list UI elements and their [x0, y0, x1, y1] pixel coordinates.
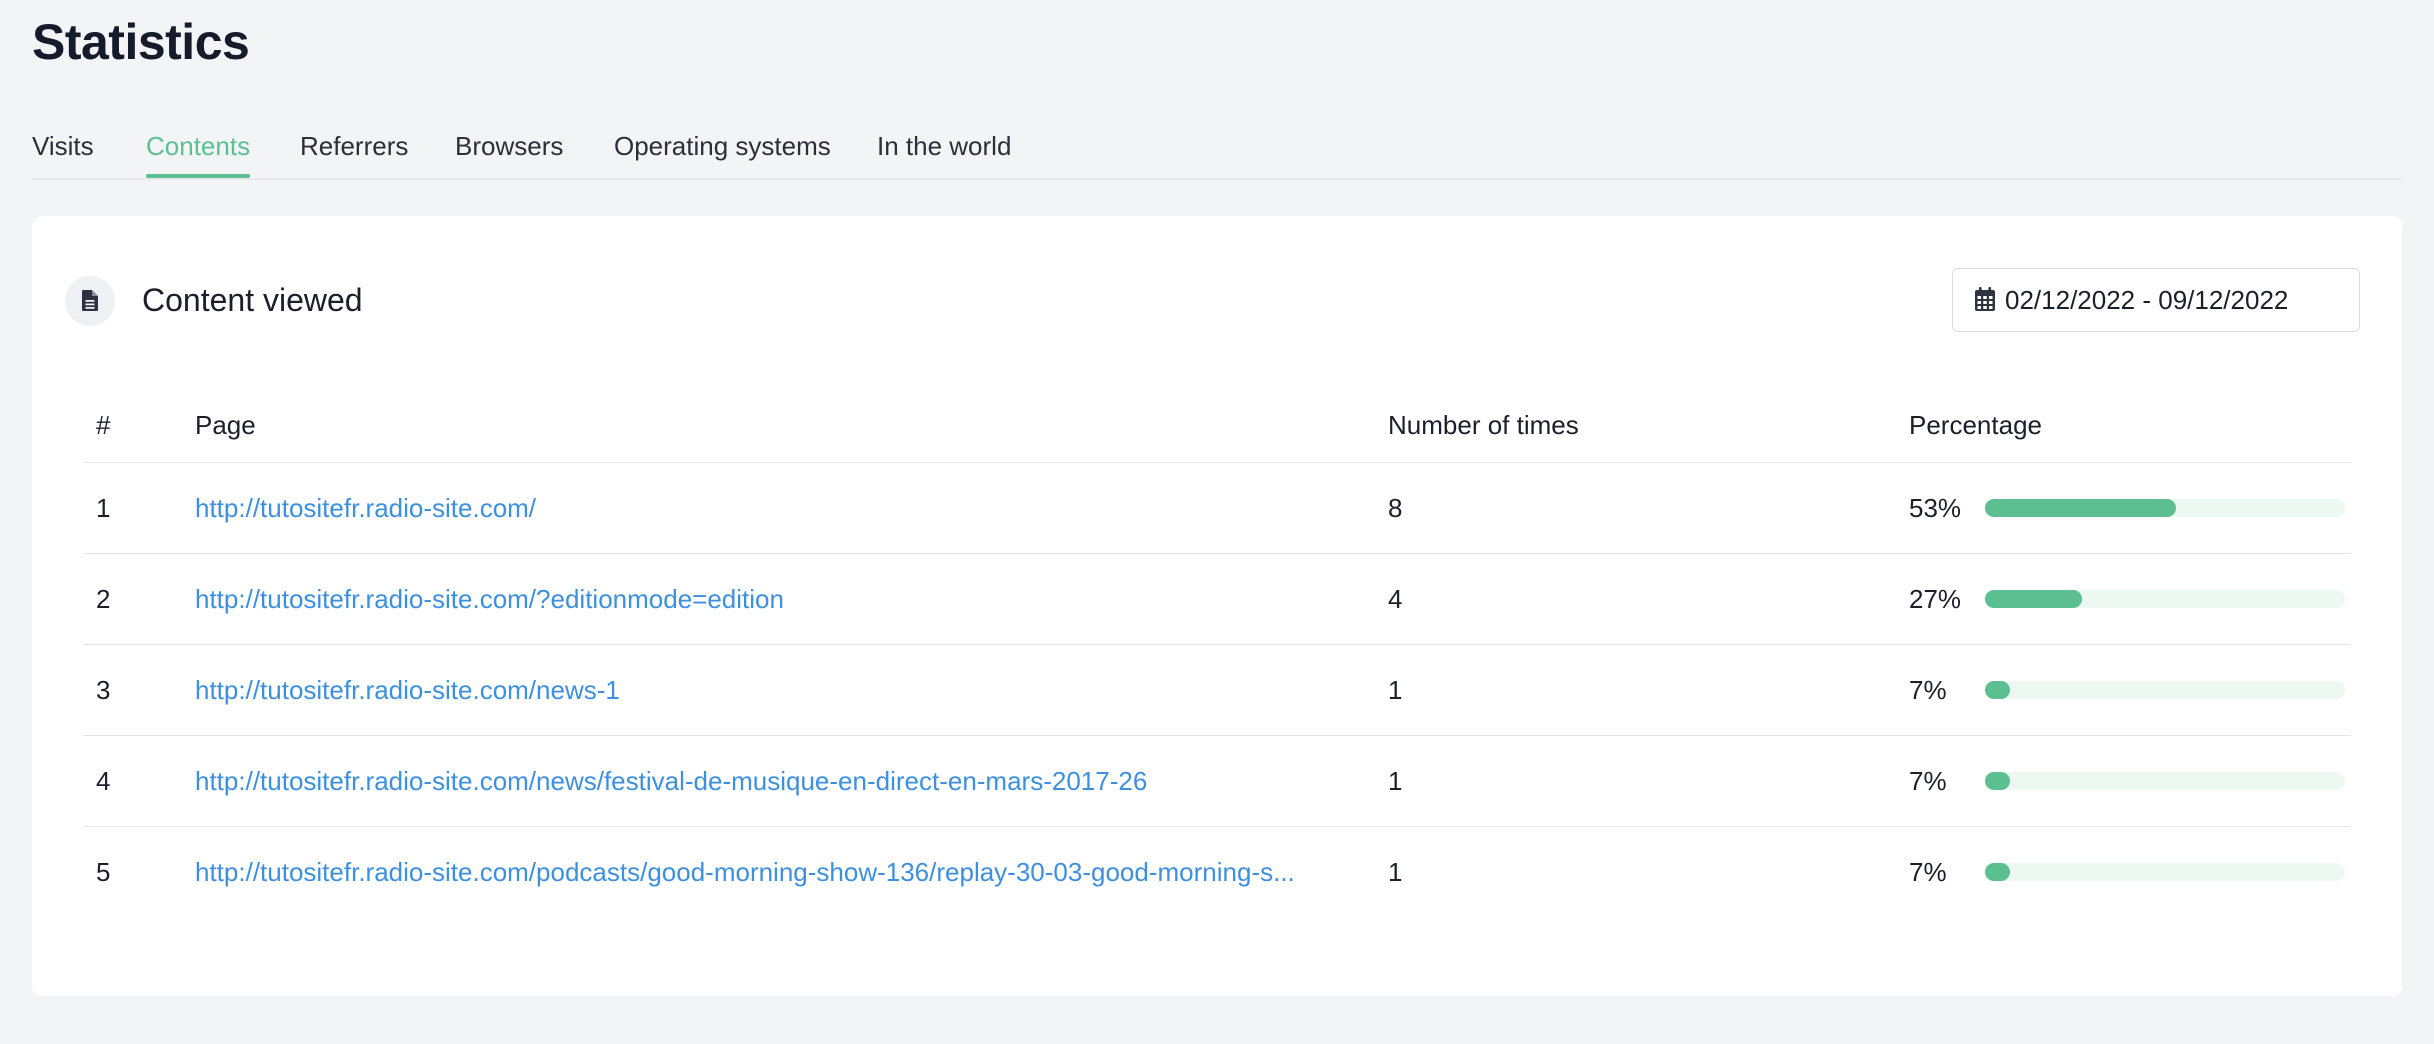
table-row: 3 http://tutositefr.radio-site.com/news-…	[83, 645, 2351, 736]
active-tab-indicator	[146, 174, 250, 178]
content-table: # Page Number of times Percentage 1 http…	[83, 376, 2351, 917]
row-rank: 5	[96, 857, 111, 887]
percentage-bar-fill	[1985, 681, 2011, 699]
header-number-of-times: Number of times	[1388, 410, 1579, 440]
row-count: 4	[1388, 584, 1403, 614]
table-row: 2 http://tutositefr.radio-site.com/?edit…	[83, 554, 2351, 645]
percentage-bar-fill	[1985, 499, 2176, 517]
row-count: 1	[1388, 857, 1403, 887]
header-rank: #	[96, 410, 111, 440]
date-range-picker[interactable]: 02/12/2022 - 09/12/2022	[1952, 268, 2360, 332]
table-row: 5 http://tutositefr.radio-site.com/podca…	[83, 827, 2351, 917]
percentage-bar	[1985, 863, 2345, 881]
percentage-bar	[1985, 499, 2345, 517]
tab-visits[interactable]: Visits	[32, 130, 94, 162]
row-count: 1	[1388, 766, 1403, 796]
row-rank: 1	[96, 493, 111, 523]
percentage-bar-fill	[1985, 590, 2083, 608]
row-percentage: 7%	[1909, 857, 1947, 887]
document-icon	[65, 276, 115, 326]
table-row: 1 http://tutositefr.radio-site.com/ 8 53…	[83, 463, 2351, 554]
percentage-bar-fill	[1985, 772, 2011, 790]
percentage-bar	[1985, 772, 2345, 790]
calendar-icon	[1975, 287, 1995, 311]
header-page: Page	[195, 410, 256, 440]
row-percentage: 7%	[1909, 766, 1947, 796]
table-row: 4 http://tutositefr.radio-site.com/news/…	[83, 736, 2351, 827]
page-link[interactable]: http://tutositefr.radio-site.com/news/fe…	[195, 766, 1147, 796]
tab-browsers[interactable]: Browsers	[455, 130, 563, 162]
row-count: 8	[1388, 493, 1403, 523]
page-link[interactable]: http://tutositefr.radio-site.com/	[195, 493, 536, 523]
tab-operating-systems[interactable]: Operating systems	[614, 130, 831, 162]
tab-contents[interactable]: Contents	[146, 130, 250, 162]
tab-referrers[interactable]: Referrers	[300, 130, 408, 162]
card-title: Content viewed	[142, 282, 363, 318]
page-link[interactable]: http://tutositefr.radio-site.com/podcast…	[195, 857, 1295, 887]
row-rank: 3	[96, 675, 111, 705]
page-title: Statistics	[32, 14, 250, 70]
percentage-bar	[1985, 590, 2345, 608]
tab-in-the-world[interactable]: In the world	[877, 130, 1011, 162]
row-count: 1	[1388, 675, 1403, 705]
table-header: # Page Number of times Percentage	[83, 376, 2351, 463]
row-percentage: 53%	[1909, 493, 1962, 523]
row-rank: 2	[96, 584, 111, 614]
date-range-value: 02/12/2022 - 09/12/2022	[2005, 285, 2289, 315]
page-link[interactable]: http://tutositefr.radio-site.com/news-1	[195, 675, 620, 705]
page-link[interactable]: http://tutositefr.radio-site.com/?editio…	[195, 584, 784, 614]
percentage-bar	[1985, 681, 2345, 699]
content-viewed-card: Content viewed 02/12/2022 - 09/12/2022 #…	[32, 216, 2402, 996]
row-rank: 4	[96, 766, 111, 796]
tab-bar: Visits Contents Referrers Browsers Opera…	[32, 110, 2402, 180]
percentage-bar-fill	[1985, 863, 2011, 881]
header-percentage: Percentage	[1909, 410, 2042, 440]
row-percentage: 7%	[1909, 675, 1947, 705]
row-percentage: 27%	[1909, 584, 1962, 614]
